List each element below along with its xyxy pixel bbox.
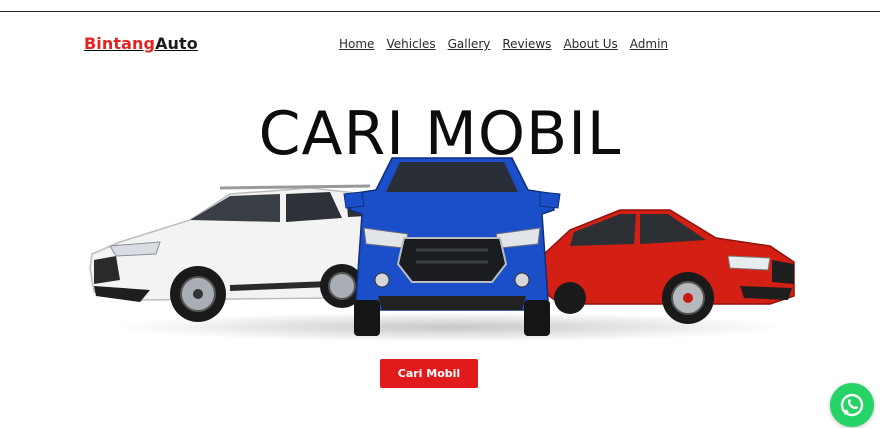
logo-brand-text: Bintang: [84, 34, 156, 53]
cari-mobil-button[interactable]: Cari Mobil: [380, 359, 478, 388]
site-logo[interactable]: BintangAuto: [84, 34, 198, 53]
nav-reviews[interactable]: Reviews: [502, 37, 551, 51]
top-border: [0, 11, 880, 12]
nav-home[interactable]: Home: [339, 37, 374, 51]
main-nav: Home Vehicles Gallery Reviews About Us A…: [339, 37, 668, 51]
white-suv-image: [89, 184, 375, 322]
nav-gallery[interactable]: Gallery: [448, 37, 491, 51]
logo-auto-text: Auto: [155, 34, 198, 53]
whatsapp-icon: [840, 393, 864, 417]
whatsapp-button[interactable]: [830, 383, 874, 427]
nav-vehicles[interactable]: Vehicles: [386, 37, 435, 51]
blue-crossover-image: [343, 157, 561, 336]
red-sedan-image: [541, 209, 795, 324]
nav-admin[interactable]: Admin: [630, 37, 668, 51]
nav-about-us[interactable]: About Us: [563, 37, 617, 51]
